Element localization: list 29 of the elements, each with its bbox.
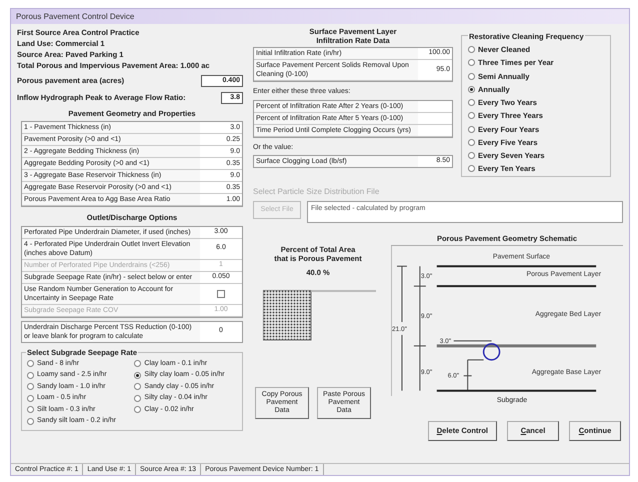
pipe-icon bbox=[482, 343, 500, 361]
radio-button[interactable] bbox=[27, 406, 34, 414]
radio-button[interactable] bbox=[468, 165, 475, 172]
value-field[interactable] bbox=[418, 112, 452, 124]
radio-button[interactable] bbox=[468, 126, 475, 133]
radio-button[interactable] bbox=[134, 383, 142, 390]
radio-button[interactable] bbox=[27, 360, 34, 368]
window-title: Porous Pavement Control Device bbox=[11, 9, 629, 24]
radio-button[interactable] bbox=[27, 383, 34, 390]
radio-button[interactable] bbox=[27, 418, 34, 425]
radio-button[interactable] bbox=[468, 152, 475, 160]
radio-button[interactable] bbox=[468, 59, 475, 66]
checkbox[interactable] bbox=[217, 290, 225, 298]
radio-button[interactable] bbox=[468, 138, 475, 146]
value-field[interactable] bbox=[418, 124, 452, 136]
radio-button[interactable] bbox=[468, 99, 475, 106]
radio-button[interactable] bbox=[134, 372, 142, 379]
radio-button[interactable] bbox=[134, 394, 142, 402]
value-field[interactable] bbox=[418, 100, 452, 112]
elevation-line bbox=[463, 360, 484, 392]
hint-text: Select Particle Size Distribution File bbox=[253, 186, 380, 198]
radio-button[interactable] bbox=[134, 360, 142, 368]
radio-button[interactable] bbox=[468, 46, 475, 54]
radio-button[interactable] bbox=[468, 112, 475, 120]
radio-button[interactable] bbox=[468, 72, 475, 80]
radio-button[interactable] bbox=[27, 372, 34, 379]
radio-button[interactable] bbox=[468, 86, 475, 93]
radio-button[interactable] bbox=[134, 406, 142, 414]
radio-button[interactable] bbox=[27, 394, 34, 402]
